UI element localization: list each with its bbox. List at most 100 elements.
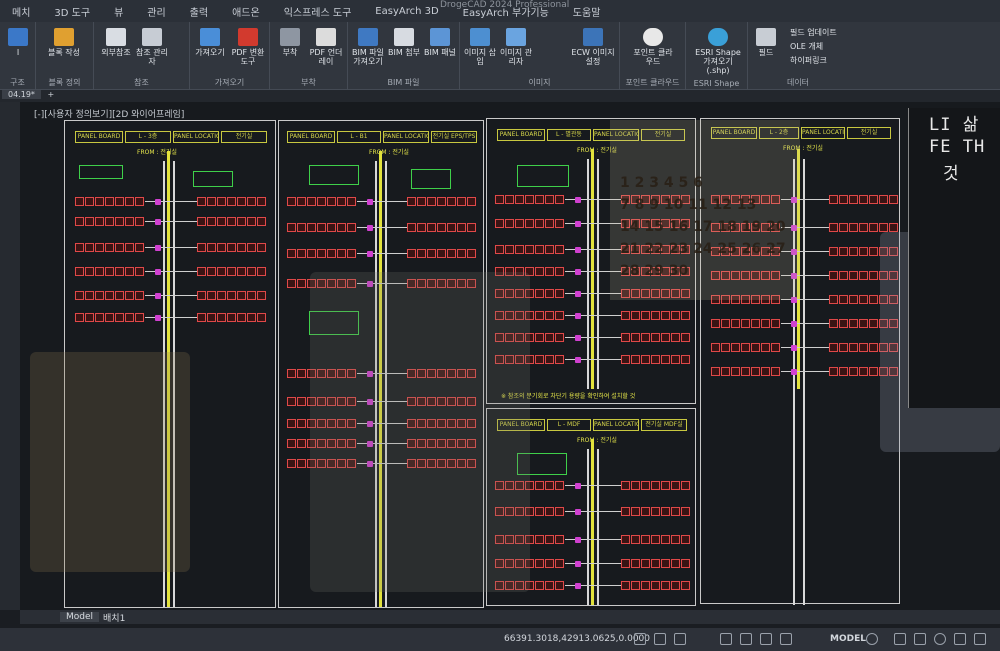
left-toolbar	[0, 102, 20, 610]
app-title: DrogeCAD 2024 Professional	[440, 0, 570, 10]
contactor-mark	[155, 293, 161, 299]
drawing-viewport[interactable]: [-][사용자 정의보기][2D 와이어프레임] PANEL BOARD L -…	[20, 102, 1000, 610]
bim-import-button[interactable]: BIM 파일 가져오기	[350, 24, 386, 66]
breaker-row	[621, 311, 690, 320]
contactor-mark	[575, 197, 581, 203]
pdf-convert-button[interactable]: PDF 변환도구	[230, 24, 266, 66]
breaker-cell	[227, 291, 236, 300]
customize-icon[interactable]	[974, 633, 986, 645]
breaker-cell	[631, 581, 640, 590]
ecw-button[interactable]: ECW 이미지 설정	[570, 24, 616, 66]
breaker-cell	[869, 223, 878, 232]
breaker-cell	[661, 559, 670, 568]
isolate-icon[interactable]	[934, 633, 946, 645]
breaker-cell	[829, 367, 838, 376]
breaker-cell	[869, 367, 878, 376]
bim-panel-button[interactable]: BIM 패널	[422, 24, 458, 57]
attach-button[interactable]: 부착	[272, 24, 308, 57]
pdf-underlay-icon	[316, 28, 336, 46]
bim-attach-button[interactable]: BIM 첨부	[386, 24, 422, 57]
model-space-indicator[interactable]: MODEL	[830, 634, 866, 644]
point-cloud-button[interactable]: 포인트 클라우드	[630, 24, 676, 66]
breaker-cell	[671, 355, 680, 364]
add-tab-icon[interactable]: +	[47, 90, 54, 99]
breaker-row	[197, 291, 266, 300]
text-style-button[interactable]: I	[0, 24, 36, 57]
menu-item[interactable]: EasyArch 3D	[363, 6, 450, 17]
breaker-cell	[555, 507, 564, 516]
contactor-mark	[575, 221, 581, 227]
xref-button[interactable]: 외부참조	[98, 24, 134, 57]
breaker-cell	[621, 355, 630, 364]
breaker-cell	[297, 369, 306, 378]
lineweight-icon[interactable]	[780, 633, 792, 645]
breaker-cell	[869, 271, 878, 280]
breaker-cell	[105, 243, 114, 252]
breaker-cell	[125, 291, 134, 300]
block-create-button[interactable]: 블록 작성	[46, 24, 82, 57]
breaker-row	[75, 197, 144, 206]
menu-item[interactable]: 출력	[178, 4, 220, 19]
pdf-icon	[238, 28, 258, 46]
pdf-underlay-button[interactable]: PDF 언더레이	[308, 24, 344, 66]
clean-screen-icon[interactable]	[954, 633, 966, 645]
ref-manager-button[interactable]: 참조 관리자	[134, 24, 170, 66]
panel-feed-note: FROM : 전기실	[369, 149, 409, 156]
menu-item[interactable]: 뷰	[102, 4, 135, 19]
document-tab[interactable]: 04.19*	[2, 90, 41, 99]
breaker-row	[621, 559, 690, 568]
tab-model[interactable]: Model	[60, 612, 100, 622]
calendar-row: 1 2 3 4 5 6	[620, 175, 703, 191]
menu-item[interactable]: 익스프레스 도구	[272, 4, 364, 19]
breaker-cell	[297, 419, 306, 428]
shelf-reflection	[30, 352, 190, 572]
viewport-label[interactable]: [-][사용자 정의보기][2D 와이어프레임]	[34, 107, 184, 120]
polar-icon[interactable]	[720, 633, 732, 645]
breaker-cell	[751, 319, 760, 328]
menu-item[interactable]: 메치	[0, 4, 42, 19]
title-block-line: FE TH	[929, 137, 986, 157]
ortho-icon[interactable]	[674, 633, 686, 645]
menu-item[interactable]: 애드온	[220, 4, 272, 19]
esri-shape-button[interactable]: ESRI Shape 가져오기 (.shp)	[692, 24, 744, 75]
breaker-row	[495, 195, 564, 204]
breaker-cell	[651, 559, 660, 568]
breaker-cell	[515, 245, 524, 254]
import-icon	[200, 28, 220, 46]
image-insert-button[interactable]: 이미지 삽입	[462, 24, 498, 66]
breaker-cell	[621, 481, 630, 490]
breaker-cell	[681, 559, 690, 568]
breaker-cell	[869, 195, 878, 204]
branch-wire	[357, 227, 407, 228]
breaker-row	[287, 223, 356, 232]
breaker-cell	[115, 217, 124, 226]
breaker-cell	[535, 311, 544, 320]
breaker-cell	[731, 319, 740, 328]
breaker-cell	[437, 197, 446, 206]
breaker-cell	[237, 197, 246, 206]
breaker-cell	[849, 367, 858, 376]
hyperlink-link[interactable]: 하이퍼링크	[790, 54, 837, 68]
grid-icon[interactable]	[634, 633, 646, 645]
field-update-link[interactable]: 필드 업데이트	[790, 26, 837, 40]
breaker-cell	[651, 355, 660, 364]
osnap-icon[interactable]	[740, 633, 752, 645]
menu-item[interactable]: 관리	[135, 4, 177, 19]
import-button[interactable]: 가져오기	[192, 24, 228, 57]
ground-bus	[597, 159, 599, 389]
viewport-icon[interactable]	[894, 633, 906, 645]
panel-board-label: PANEL BOARD	[287, 131, 335, 143]
annotation-icon[interactable]	[914, 633, 926, 645]
snap-icon[interactable]	[654, 633, 666, 645]
tab-layout1[interactable]: 배치1	[103, 611, 125, 624]
image-manager-button[interactable]: 이미지 관리자	[498, 24, 534, 66]
field-button[interactable]: 필드	[748, 24, 784, 57]
gear-icon[interactable]	[866, 633, 878, 645]
otrack-icon[interactable]	[760, 633, 772, 645]
breaker-cell	[751, 367, 760, 376]
menu-item[interactable]: 3D 도구	[42, 4, 102, 19]
image-icon	[470, 28, 490, 46]
breaker-cell	[555, 535, 564, 544]
ole-object-link[interactable]: OLE 개체	[790, 40, 837, 54]
breaker-row	[287, 197, 356, 206]
